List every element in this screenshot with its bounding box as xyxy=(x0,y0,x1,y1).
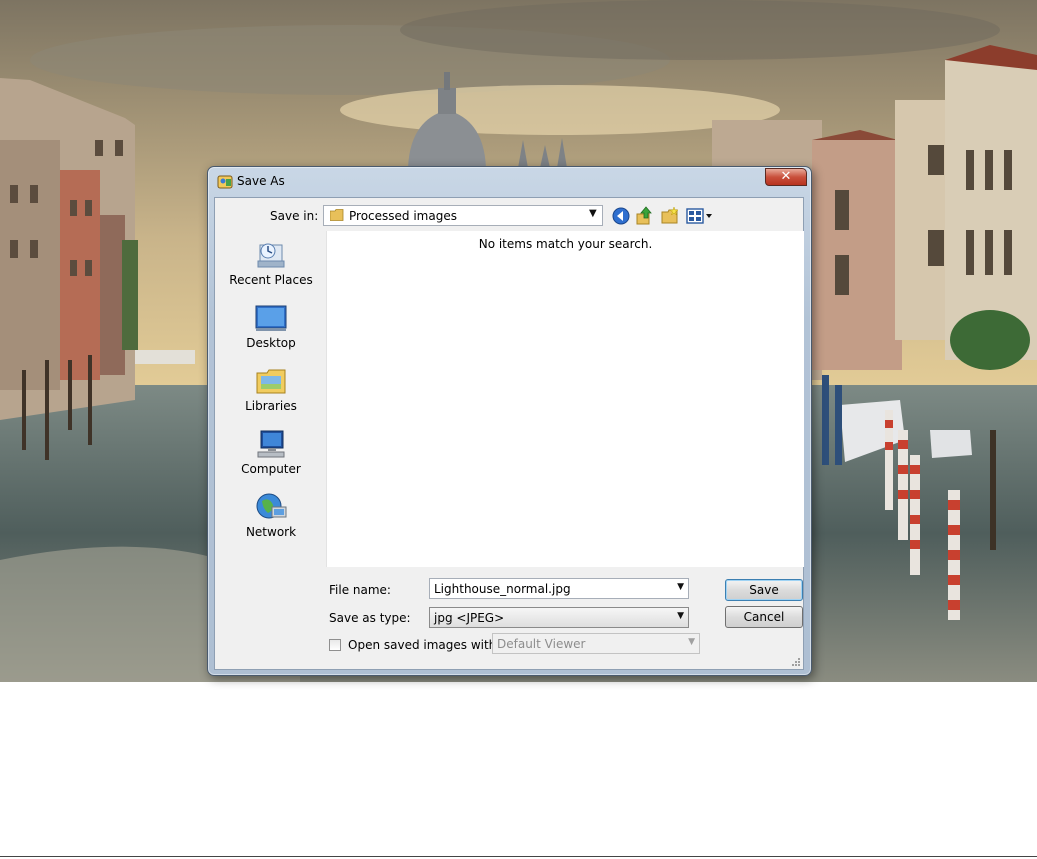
place-label: Libraries xyxy=(245,399,297,413)
place-label: Network xyxy=(245,525,297,539)
computer-icon xyxy=(257,430,285,458)
bottom-divider-line xyxy=(0,856,1037,857)
chevron-down-icon: ▼ xyxy=(589,208,597,219)
file-name-value: Lighthouse_normal.jpg xyxy=(434,582,571,596)
save-as-type-value: jpg <JPEG> xyxy=(434,611,505,625)
back-icon[interactable] xyxy=(611,206,631,226)
place-label: Computer xyxy=(241,462,301,476)
save-in-label: Save in: xyxy=(270,209,319,223)
recent-places-icon xyxy=(257,243,285,268)
place-desktop[interactable]: Desktop xyxy=(221,302,321,350)
resize-grip-icon[interactable] xyxy=(791,657,801,667)
save-as-dialog: Save As ✕ Save in: Processed images ▼ Re… xyxy=(207,166,812,676)
save-in-value: Processed images xyxy=(349,209,457,223)
file-name-input[interactable]: Lighthouse_normal.jpg ▼ xyxy=(429,578,689,599)
open-with-label[interactable]: Open saved images with: xyxy=(348,638,500,652)
viewer-dropdown: Default Viewer ▼ xyxy=(492,633,700,654)
places-bar: Recent Places Desktop Libraries Computer… xyxy=(221,231,321,567)
save-as-type-label: Save as type: xyxy=(329,611,411,625)
save-button[interactable]: Save xyxy=(725,579,803,601)
dialog-body: Save in: Processed images ▼ Recent Place… xyxy=(214,197,804,670)
libraries-icon xyxy=(256,369,286,394)
new-folder-icon[interactable] xyxy=(660,206,680,226)
cancel-button[interactable]: Cancel xyxy=(725,606,803,628)
place-recent-places[interactable]: Recent Places xyxy=(221,239,321,287)
chevron-down-icon: ▼ xyxy=(677,611,684,621)
place-libraries[interactable]: Libraries xyxy=(221,365,321,413)
viewer-value: Default Viewer xyxy=(497,637,586,651)
place-label: Recent Places xyxy=(229,273,313,287)
empty-folder-message: No items match your search. xyxy=(478,237,653,251)
place-computer[interactable]: Computer xyxy=(221,428,321,476)
open-with-checkbox[interactable] xyxy=(329,639,341,651)
network-icon xyxy=(256,493,287,519)
chevron-down-icon[interactable]: ▼ xyxy=(677,582,684,592)
chevron-down-icon: ▼ xyxy=(688,637,695,647)
place-network[interactable]: Network xyxy=(221,491,321,539)
views-menu-icon[interactable] xyxy=(685,206,715,226)
save-in-dropdown[interactable]: Processed images ▼ xyxy=(323,205,603,226)
save-as-type-dropdown[interactable]: jpg <JPEG> ▼ xyxy=(429,607,689,628)
file-list-view[interactable]: No items match your search. xyxy=(326,231,804,567)
place-label: Desktop xyxy=(246,336,296,350)
close-icon: ✕ xyxy=(780,169,792,184)
close-button[interactable]: ✕ xyxy=(765,168,807,186)
up-folder-icon[interactable] xyxy=(634,206,654,226)
title-bar[interactable]: Save As ✕ xyxy=(208,167,811,195)
app-icon xyxy=(217,175,233,189)
dialog-title: Save As xyxy=(237,174,285,188)
file-name-label: File name: xyxy=(329,583,391,597)
desktop-icon xyxy=(255,305,287,331)
folder-icon xyxy=(330,209,344,221)
